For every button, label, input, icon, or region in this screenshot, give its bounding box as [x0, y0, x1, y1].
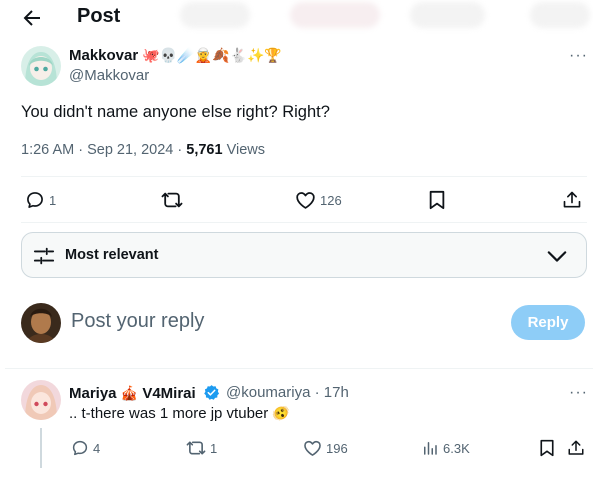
divider: [21, 222, 587, 223]
reply-count: 1: [49, 192, 57, 208]
reply-bookmark-button[interactable]: [539, 439, 555, 457]
reply-reply-count: 4: [93, 440, 101, 456]
reply-text: .. t-there was 1 more jp vtuber 🫨: [69, 405, 290, 422]
reply-text-content: .. t-there was 1 more jp vtuber: [69, 405, 269, 422]
back-arrow-icon[interactable]: [20, 6, 44, 30]
bookmark-button[interactable]: [428, 190, 446, 210]
sort-replies-dropdown[interactable]: Most relevant: [21, 232, 587, 278]
reply-icon: [72, 440, 88, 456]
analytics-icon: [424, 442, 437, 455]
reply-repost-button[interactable]: 1: [186, 439, 217, 457]
current-user-avatar[interactable]: [21, 303, 61, 343]
avatar[interactable]: [21, 46, 61, 86]
blurred-background: [410, 2, 485, 28]
reply-like-button[interactable]: 196: [303, 439, 348, 457]
repost-button[interactable]: [161, 190, 183, 210]
reply-author[interactable]: Mariya 🎪 V4Mirai: [69, 384, 220, 402]
reply-more-options-icon[interactable]: ···: [569, 384, 588, 402]
reply-icon: [27, 192, 43, 208]
reply-repost-count: 1: [210, 440, 218, 456]
views-label: Views: [222, 142, 265, 158]
share-icon: [563, 191, 581, 208]
like-count: 126: [320, 192, 342, 208]
reply-author-name: Mariya: [69, 385, 117, 402]
bookmark-icon: [429, 190, 445, 210]
reply-views-button[interactable]: 6.3K: [421, 439, 470, 457]
more-options-icon[interactable]: ···: [569, 47, 588, 65]
like-button[interactable]: 126: [295, 190, 342, 210]
sort-label: Most relevant: [65, 247, 159, 263]
blurred-background: [180, 2, 250, 28]
repost-icon: [161, 192, 183, 208]
blurred-background: [290, 2, 380, 28]
repost-icon: [186, 441, 206, 455]
thread-line: [40, 428, 42, 468]
divider: [5, 368, 593, 369]
author-name-text: Makkovar: [69, 47, 139, 64]
reply-author-avatar[interactable]: [21, 380, 61, 420]
reply-submit-button[interactable]: Reply: [511, 305, 585, 340]
reply-views-count: 6.3K: [443, 440, 470, 456]
share-button[interactable]: [562, 190, 582, 210]
author-name[interactable]: Makkovar 🐙💀☄️🧝🍂🐇✨🏆: [69, 47, 282, 64]
reply-input[interactable]: Post your reply: [71, 310, 204, 333]
post-timestamp[interactable]: 1:26 AM · Sep 21, 2024 ·: [21, 142, 186, 158]
views-count: 5,761: [186, 142, 223, 158]
author-emojis: 🐙💀☄️🧝🍂🐇✨🏆: [142, 47, 282, 63]
reply-author-suffix: V4Mirai: [142, 385, 196, 402]
reply-text-emoji: 🫨: [272, 405, 290, 421]
reply-author-emoji: 🎪: [120, 385, 139, 401]
post-meta: 1:26 AM · Sep 21, 2024 · 5,761 Views: [21, 142, 265, 158]
chevron-down-icon: [547, 251, 567, 262]
heart-icon: [304, 440, 321, 456]
header-bar: Post: [0, 0, 593, 36]
bookmark-icon: [540, 439, 554, 457]
reply-button[interactable]: 1: [25, 190, 56, 210]
reply-handle-line: @koumariya · 17h: [226, 384, 349, 401]
reply-handle[interactable]: @koumariya: [226, 384, 310, 401]
share-icon: [568, 440, 584, 455]
page-title: Post: [77, 5, 121, 27]
author-handle[interactable]: @Makkovar: [69, 67, 149, 84]
reply-reply-button[interactable]: 4: [71, 439, 100, 457]
sliders-icon: [33, 247, 55, 265]
verified-badge-icon: [204, 385, 219, 400]
blurred-background: [530, 2, 590, 28]
reply-time[interactable]: · 17h: [315, 384, 349, 401]
post-text: You didn't name anyone else right? Right…: [21, 103, 330, 121]
reply-share-button[interactable]: [567, 439, 585, 457]
heart-icon: [296, 192, 315, 209]
divider: [21, 176, 587, 177]
reply-like-count: 196: [326, 440, 348, 456]
